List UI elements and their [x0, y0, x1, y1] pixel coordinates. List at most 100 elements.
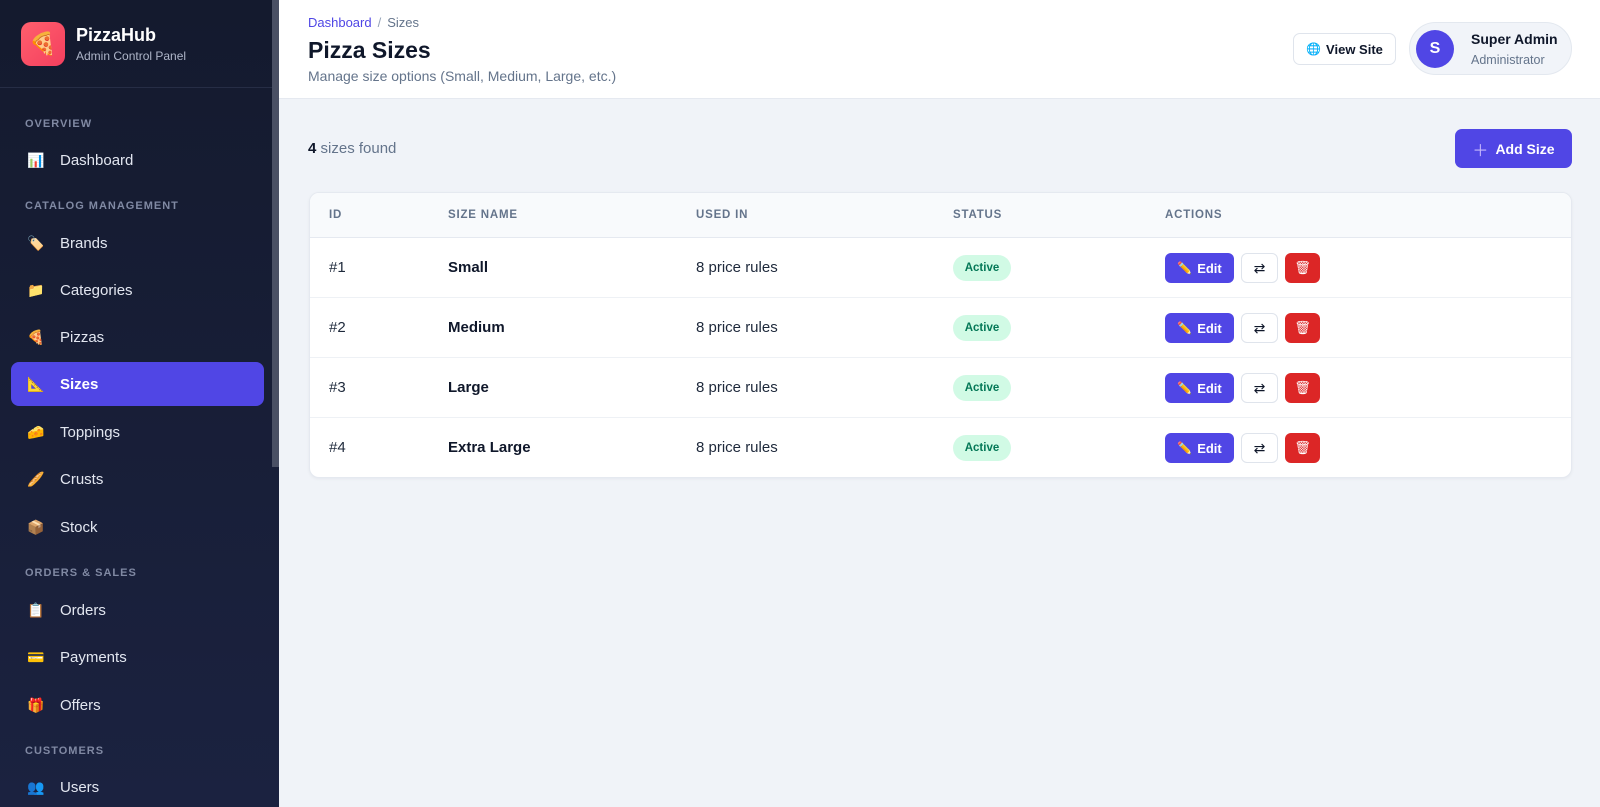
- status-badge: Active: [953, 315, 1011, 341]
- toggle-status-button[interactable]: ⇄: [1241, 313, 1278, 343]
- column-header-used-in: USED IN: [696, 209, 749, 221]
- sidebar-item-label: Toppings: [60, 423, 121, 441]
- status-badge: Active: [953, 375, 1011, 401]
- trash-icon: 🗑: [1294, 260, 1311, 275]
- edit-button[interactable]: ✏️ Edit: [1165, 253, 1234, 283]
- sidebar-item-brands[interactable]: 🏷️ Brands: [11, 221, 264, 265]
- sidebar-item-label: Categories: [60, 281, 133, 299]
- plus-icon: ＋: [1472, 142, 1489, 160]
- sidebar-item-offers[interactable]: 🎁 Offers: [11, 683, 264, 727]
- edit-button[interactable]: ✏️ Edit: [1165, 433, 1234, 463]
- cell-size-name: Small: [448, 259, 489, 276]
- column-header-status: STATUS: [953, 209, 1003, 221]
- section-label-customers: CUSTOMERS: [25, 745, 105, 757]
- delete-button[interactable]: 🗑: [1285, 433, 1320, 463]
- edit-label: Edit: [1197, 440, 1222, 456]
- sidebar-item-pizzas[interactable]: 🍕 Pizzas: [11, 315, 264, 359]
- breadcrumb-home-link[interactable]: Dashboard: [308, 15, 372, 30]
- sidebar-item-stock[interactable]: 📦 Stock: [11, 505, 264, 549]
- swap-arrows-icon: ⇄: [1253, 259, 1266, 276]
- sidebar-item-label: Orders: [60, 601, 106, 619]
- view-site-button[interactable]: 🌐 View Site: [1293, 33, 1396, 65]
- delete-button[interactable]: 🗑: [1285, 373, 1320, 403]
- users-icon: 👥: [27, 778, 45, 795]
- edit-label: Edit: [1197, 320, 1222, 336]
- add-size-button[interactable]: ＋ Add Size: [1455, 129, 1572, 168]
- toggle-status-button[interactable]: ⇄: [1241, 373, 1278, 403]
- sidebar-item-toppings[interactable]: 🧀 Toppings: [11, 410, 264, 454]
- trash-icon: 🗑: [1294, 440, 1311, 455]
- sidebar-item-payments[interactable]: 💳 Payments: [11, 635, 264, 679]
- swap-arrows-icon: ⇄: [1253, 439, 1266, 456]
- trash-icon: 🗑: [1294, 380, 1311, 395]
- sidebar-item-users[interactable]: 👥 Users: [11, 765, 264, 807]
- sidebar-item-dashboard[interactable]: 📊 Dashboard: [11, 138, 264, 182]
- cell-size-name: Extra Large: [448, 439, 531, 456]
- edit-label: Edit: [1197, 380, 1222, 396]
- cell-used-in: 8 price rules: [696, 319, 778, 336]
- swap-arrows-icon: ⇄: [1253, 319, 1266, 336]
- edit-button[interactable]: ✏️ Edit: [1165, 313, 1234, 343]
- status-badge: Active: [953, 255, 1011, 281]
- trash-icon: 🗑: [1294, 320, 1311, 335]
- sidebar-item-label: Crusts: [60, 470, 104, 488]
- cell-size-name: Medium: [448, 319, 505, 336]
- pencil-icon: ✏️: [1177, 441, 1193, 455]
- sidebar-item-label: Brands: [60, 234, 108, 252]
- user-menu[interactable]: S Super Admin Administrator: [1409, 22, 1572, 75]
- delete-button[interactable]: 🗑: [1285, 313, 1320, 343]
- breadcrumb-current: Sizes: [387, 15, 420, 30]
- cell-id: #4: [329, 439, 346, 456]
- column-header-actions: ACTIONS: [1165, 209, 1223, 221]
- sidebar-item-label: Pizzas: [60, 328, 105, 346]
- status-badge: Active: [953, 435, 1011, 461]
- user-role: Administrator: [1471, 53, 1545, 67]
- user-name: Super Admin: [1471, 31, 1558, 47]
- table-row: #3 Large 8 price rules Active ✏️ Edit ⇄ 🗑: [310, 358, 1571, 418]
- cell-used-in: 8 price rules: [696, 259, 778, 276]
- chart-icon: 📊: [27, 151, 45, 168]
- avatar: S: [1416, 30, 1454, 68]
- edit-label: Edit: [1197, 260, 1222, 276]
- globe-icon: 🌐: [1306, 42, 1322, 56]
- section-label-orders: ORDERS & SALES: [25, 567, 137, 579]
- results-count-number: 4: [308, 140, 317, 157]
- card-icon: 💳: [27, 648, 45, 665]
- edit-button[interactable]: ✏️ Edit: [1165, 373, 1234, 403]
- swap-arrows-icon: ⇄: [1253, 379, 1266, 396]
- toggle-status-button[interactable]: ⇄: [1241, 253, 1278, 283]
- page-subtitle: Manage size options (Small, Medium, Larg…: [308, 68, 617, 84]
- folder-icon: 📁: [27, 281, 45, 298]
- results-count-label: sizes found: [320, 140, 397, 157]
- sidebar-item-label: Users: [60, 778, 100, 796]
- table-row: #2 Medium 8 price rules Active ✏️ Edit ⇄ …: [310, 298, 1571, 358]
- sidebar-item-categories[interactable]: 📁 Categories: [11, 268, 264, 312]
- cell-id: #3: [329, 379, 346, 396]
- cell-used-in: 8 price rules: [696, 439, 778, 456]
- bread-icon: 🥖: [27, 470, 45, 487]
- section-label-overview: OVERVIEW: [25, 118, 93, 130]
- sidebar-item-label: Stock: [60, 518, 98, 536]
- sidebar-item-label: Payments: [60, 648, 127, 666]
- pizza-icon: 🍕: [27, 328, 45, 345]
- sidebar-item-label: Dashboard: [60, 151, 134, 169]
- cheese-icon: 🧀: [27, 423, 45, 440]
- section-label-catalog: CATALOG MANAGEMENT: [25, 200, 179, 212]
- brand-subtitle: Admin Control Panel: [76, 49, 187, 63]
- clipboard-icon: 📋: [27, 601, 45, 618]
- pizza-logo-icon: 🍕: [21, 21, 65, 66]
- pencil-icon: ✏️: [1177, 261, 1193, 275]
- brand-name: PizzaHub: [76, 25, 157, 45]
- pencil-icon: ✏️: [1177, 381, 1193, 395]
- sidebar-scrollbar[interactable]: [272, 0, 279, 467]
- column-header-id: ID: [329, 209, 343, 221]
- delete-button[interactable]: 🗑: [1285, 253, 1320, 283]
- sidebar-item-label: Sizes: [60, 375, 99, 393]
- column-header-size-name: SIZE NAME: [448, 209, 518, 221]
- sidebar-item-orders[interactable]: 📋 Orders: [11, 588, 264, 632]
- brand[interactable]: 🍕 PizzaHub Admin Control Panel: [0, 0, 279, 88]
- box-icon: 📦: [27, 518, 45, 535]
- sidebar-item-sizes[interactable]: 📐 Sizes: [11, 362, 264, 406]
- sidebar-item-crusts[interactable]: 🥖 Crusts: [11, 457, 264, 501]
- toggle-status-button[interactable]: ⇄: [1241, 433, 1278, 463]
